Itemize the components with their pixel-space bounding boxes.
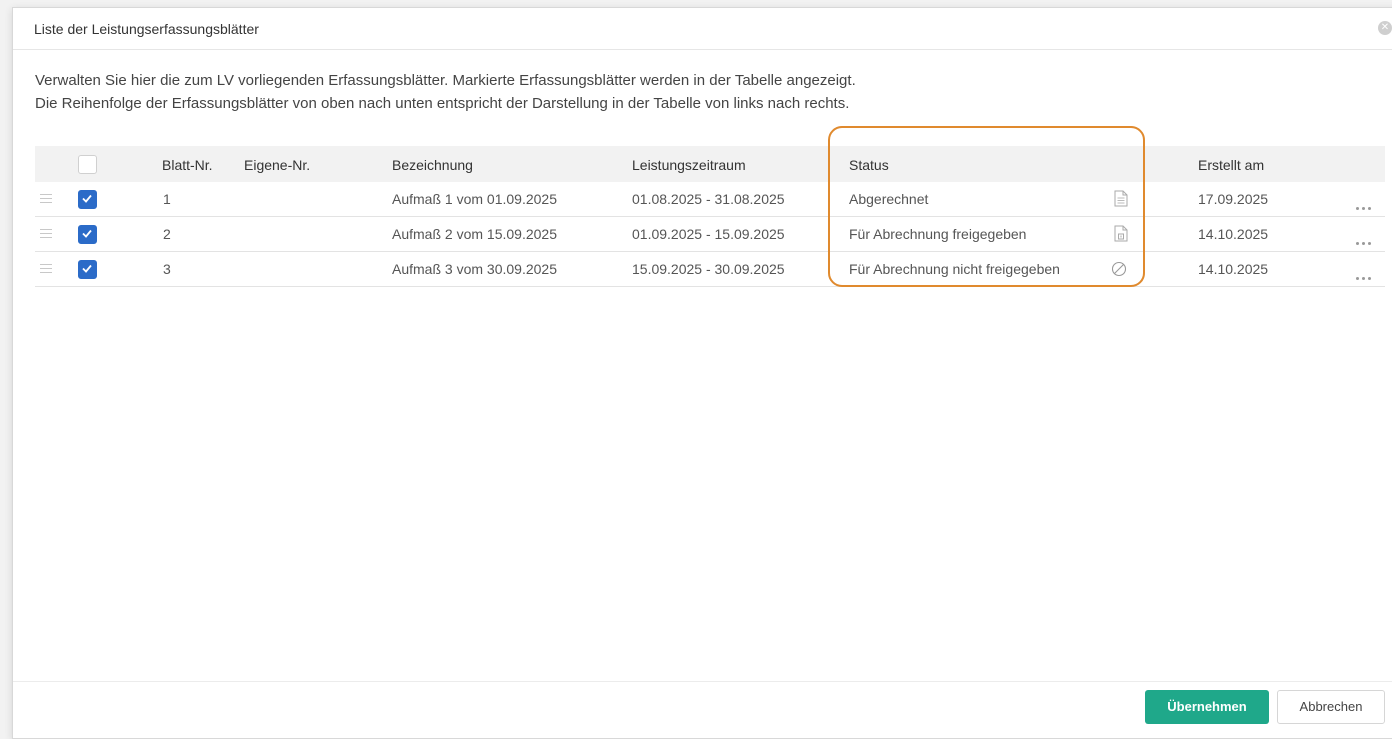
document-released-icon <box>1114 225 1128 242</box>
column-header-eigene-nr[interactable]: Eigene-Nr. <box>244 157 310 173</box>
cancel-button[interactable]: Abbrechen <box>1277 690 1385 724</box>
sheet-list-dialog: Liste der Leistungserfassungsblätter ✕ V… <box>12 7 1392 739</box>
more-options-icon[interactable] <box>1356 232 1374 245</box>
column-header-blatt-nr[interactable]: Blatt-Nr. <box>162 157 213 173</box>
table-row[interactable]: 3 Aufmaß 3 vom 30.09.2025 15.09.2025 - 3… <box>35 252 1385 287</box>
cell-bezeichnung: Aufmaß 3 vom 30.09.2025 <box>392 261 557 277</box>
select-all-checkbox[interactable] <box>78 155 97 174</box>
cell-status: Für Abrechnung freigegeben <box>849 226 1027 242</box>
cell-status: Für Abrechnung nicht freigegeben <box>849 261 1060 277</box>
drag-handle-icon[interactable] <box>40 229 52 238</box>
table-row[interactable]: 1 Aufmaß 1 vom 01.09.2025 01.08.2025 - 3… <box>35 182 1385 217</box>
dialog-header: Liste der Leistungserfassungsblätter ✕ <box>13 8 1392 50</box>
cell-bezeichnung: Aufmaß 1 vom 01.09.2025 <box>392 191 557 207</box>
not-allowed-icon <box>1111 261 1127 277</box>
cell-leistungszeitraum: 15.09.2025 - 30.09.2025 <box>632 261 785 277</box>
more-options-icon[interactable] <box>1356 267 1374 280</box>
table-row[interactable]: 2 Aufmaß 2 vom 15.09.2025 01.09.2025 - 1… <box>35 217 1385 252</box>
cell-bezeichnung: Aufmaß 2 vom 15.09.2025 <box>392 226 557 242</box>
row-checkbox[interactable] <box>78 225 97 244</box>
description-line-2: Die Reihenfolge der Erfassungsblätter vo… <box>35 95 850 112</box>
table-header: Blatt-Nr. Eigene-Nr. Bezeichnung Leistun… <box>35 146 1385 182</box>
column-header-bezeichnung[interactable]: Bezeichnung <box>392 157 473 173</box>
row-checkbox[interactable] <box>78 190 97 209</box>
cell-blatt-nr: 3 <box>163 261 171 277</box>
cell-erstellt-am: 17.09.2025 <box>1198 191 1269 207</box>
cell-status: Abgerechnet <box>849 191 929 207</box>
dialog-title: Liste der Leistungserfassungsblätter <box>34 21 259 37</box>
close-icon[interactable]: ✕ <box>1378 21 1392 35</box>
footer-divider <box>13 681 1392 682</box>
apply-button[interactable]: Übernehmen <box>1145 690 1269 724</box>
column-header-status[interactable]: Status <box>849 157 889 173</box>
row-checkbox[interactable] <box>78 260 97 279</box>
column-header-erstellt-am[interactable]: Erstellt am <box>1198 157 1264 173</box>
dialog-description: Verwalten Sie hier die zum LV vorliegend… <box>35 69 856 115</box>
description-line-1: Verwalten Sie hier die zum LV vorliegend… <box>35 72 856 89</box>
cell-blatt-nr: 2 <box>163 226 171 242</box>
column-header-leistungszeitraum[interactable]: Leistungszeitraum <box>632 157 746 173</box>
cell-leistungszeitraum: 01.09.2025 - 15.09.2025 <box>632 226 785 242</box>
cell-leistungszeitraum: 01.08.2025 - 31.08.2025 <box>632 191 785 207</box>
cell-erstellt-am: 14.10.2025 <box>1198 261 1269 277</box>
drag-handle-icon[interactable] <box>40 194 52 203</box>
document-icon <box>1114 190 1128 207</box>
cell-blatt-nr: 1 <box>163 191 171 207</box>
cell-erstellt-am: 14.10.2025 <box>1198 226 1269 242</box>
more-options-icon[interactable] <box>1356 197 1374 210</box>
drag-handle-icon[interactable] <box>40 264 52 273</box>
